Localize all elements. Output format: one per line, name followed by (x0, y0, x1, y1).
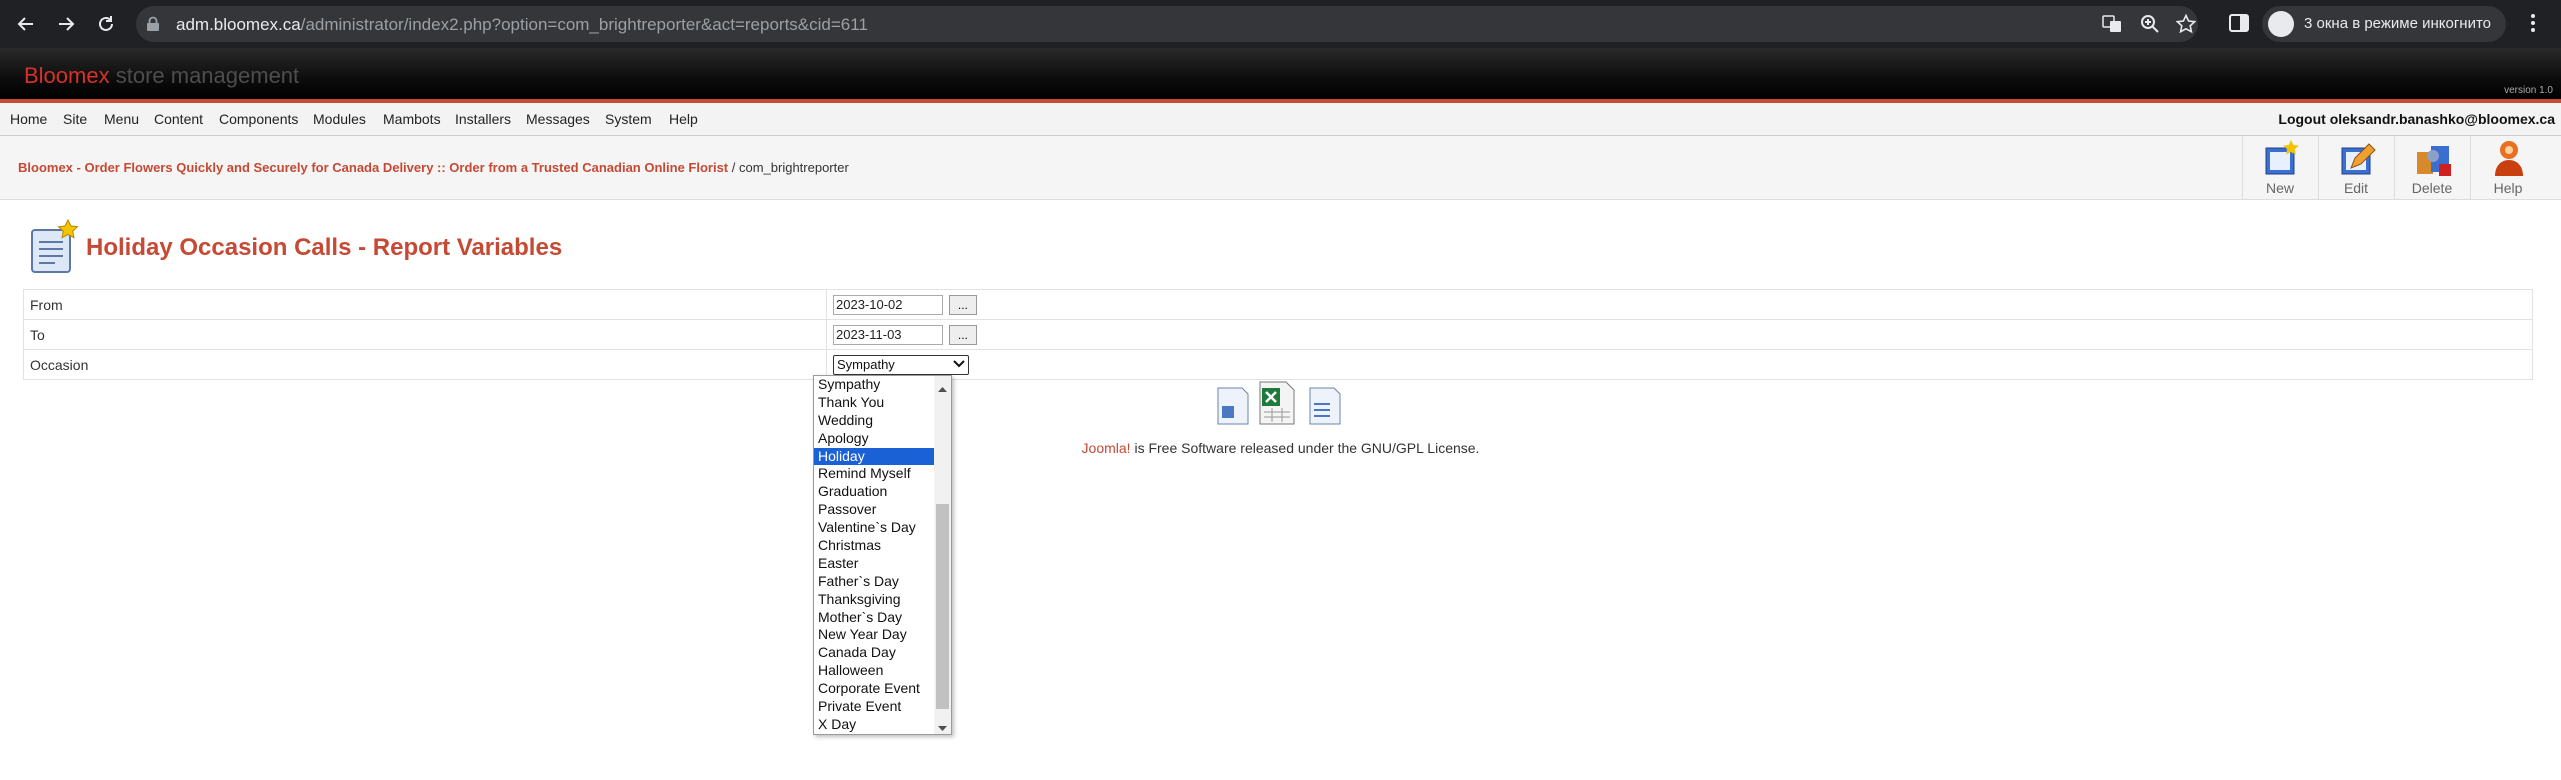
edit-icon (2337, 138, 2377, 178)
breadcrumb: Bloomex - Order Flowers Quickly and Secu… (18, 160, 849, 175)
delete-button[interactable]: Delete (2394, 136, 2469, 199)
occasion-row: Occasion Sympathy (23, 349, 2533, 380)
help-button[interactable]: Help (2470, 136, 2545, 199)
incognito-indicator[interactable]: 3 окна в режиме инкогнито (2262, 6, 2506, 42)
scrollbar-thumb[interactable] (936, 504, 949, 709)
joomla-link[interactable]: Joomla! (1082, 440, 1131, 456)
admin-menubar: Home Site Menu Content Components Module… (0, 103, 2561, 136)
dropdown-option[interactable]: Passover (814, 501, 934, 519)
incognito-text: 3 окна в режиме инкогнито (2304, 15, 2492, 32)
occasion-field-cell: Sympathy (826, 349, 2533, 380)
menu-help[interactable]: Help (669, 111, 698, 127)
occasion-label: Occasion (23, 349, 827, 380)
report-variables-table: From ... To ... Occasion Sympathy (23, 289, 2533, 380)
from-date-input[interactable] (833, 294, 943, 315)
translate-icon[interactable] (2102, 14, 2122, 34)
delete-icon (2413, 138, 2453, 178)
dropdown-option[interactable]: Corporate Event (814, 680, 934, 698)
dropdown-option[interactable]: Remind Myself (814, 465, 934, 483)
menu-installers[interactable]: Installers (455, 111, 511, 127)
incognito-icon (2268, 11, 2294, 37)
chevron-down-icon (952, 357, 966, 374)
dropdown-scrollbar[interactable] (934, 376, 951, 734)
back-icon[interactable] (14, 12, 38, 36)
new-icon (2261, 138, 2301, 178)
menu-content[interactable]: Content (154, 111, 203, 127)
dropdown-option[interactable]: Christmas (814, 537, 934, 555)
excel-export-icon[interactable] (1259, 381, 1295, 425)
scroll-up-icon[interactable] (937, 380, 948, 398)
scroll-down-icon[interactable] (937, 720, 948, 734)
report-icon (28, 218, 82, 281)
admin-header: Bloomex store management version 1.0 (0, 48, 2561, 99)
dropdown-option[interactable]: Canada Day (814, 644, 934, 662)
dropdown-option[interactable]: Thank You (814, 394, 934, 412)
page-title: Holiday Occasion Calls - Report Variable… (86, 234, 563, 261)
to-calendar-button[interactable]: ... (948, 324, 977, 345)
zoom-icon[interactable] (2140, 14, 2160, 34)
export-document-icon[interactable] (1309, 387, 1341, 425)
edit-button[interactable]: Edit (2318, 136, 2393, 199)
from-field-cell: ... (826, 289, 2533, 320)
version-label: version 1.0 (2504, 85, 2553, 96)
dropdown-option[interactable]: Sympathy (814, 376, 934, 394)
dropdown-option[interactable]: New Year Day (814, 626, 934, 644)
side-panel-icon[interactable] (2228, 12, 2252, 36)
dropdown-option-highlighted[interactable]: Holiday (814, 447, 934, 466)
to-date-input[interactable] (833, 324, 943, 345)
site-logo: Bloomex store management (24, 63, 300, 88)
menu-mambots[interactable]: Mambots (383, 111, 441, 127)
browser-toolbar: adm.bloomex.ca/administrator/index2.php?… (0, 0, 2561, 48)
menu-home[interactable]: Home (10, 111, 47, 127)
breadcrumb-site-link[interactable]: Bloomex - Order Flowers Quickly and Secu… (18, 160, 728, 175)
to-row: To ... (23, 319, 2533, 350)
to-field-cell: ... (826, 319, 2533, 350)
dropdown-option[interactable]: X Day (814, 716, 934, 734)
dropdown-option[interactable]: Mother`s Day (814, 609, 934, 627)
address-bar[interactable]: adm.bloomex.ca/administrator/index2.php?… (136, 6, 2198, 42)
dropdown-option[interactable]: Wedding (814, 412, 934, 430)
from-calendar-button[interactable]: ... (948, 294, 977, 315)
menu-components[interactable]: Components (219, 111, 298, 127)
dropdown-option[interactable]: Valentine`s Day (814, 519, 934, 537)
dropdown-option[interactable]: Graduation (814, 483, 934, 501)
pathway-bar: Bloomex - Order Flowers Quickly and Secu… (0, 136, 2561, 200)
menu-menu[interactable]: Menu (104, 111, 139, 127)
menu-system[interactable]: System (605, 111, 652, 127)
forward-icon[interactable] (54, 12, 78, 36)
menu-modules[interactable]: Modules (313, 111, 366, 127)
browser-menu-icon[interactable] (2522, 12, 2546, 36)
new-button[interactable]: New (2242, 136, 2317, 199)
dropdown-option[interactable]: Thanksgiving (814, 591, 934, 609)
dropdown-option[interactable]: Father`s Day (814, 573, 934, 591)
export-report-icon[interactable] (1217, 387, 1249, 425)
occasion-dropdown-list[interactable]: Sympathy Thank You Wedding Apology Holid… (813, 375, 952, 735)
dropdown-option[interactable]: Apology (814, 430, 934, 448)
menu-messages[interactable]: Messages (526, 111, 590, 127)
footer-license: Joomla! is Free Software released under … (1081, 440, 1480, 456)
logout-link[interactable]: Logout oleksandr.banashko@bloomex.ca (2278, 111, 2555, 127)
reload-icon[interactable] (94, 12, 118, 36)
lock-icon[interactable] (146, 16, 160, 37)
dropdown-option[interactable]: Private Event (814, 698, 934, 716)
dropdown-option[interactable]: Easter (814, 555, 934, 573)
to-label: To (23, 319, 827, 350)
dropdown-option[interactable]: Halloween (814, 662, 934, 680)
breadcrumb-component: com_brightreporter (738, 160, 849, 175)
bookmark-star-icon[interactable] (2175, 13, 2197, 34)
from-row: From ... (23, 289, 2533, 320)
menu-site[interactable]: Site (63, 111, 87, 127)
help-icon (2489, 138, 2529, 178)
occasion-select[interactable]: Sympathy (833, 354, 969, 375)
url-text: adm.bloomex.ca/administrator/index2.php?… (176, 15, 868, 34)
export-icons (1216, 380, 1342, 431)
from-label: From (23, 289, 827, 320)
